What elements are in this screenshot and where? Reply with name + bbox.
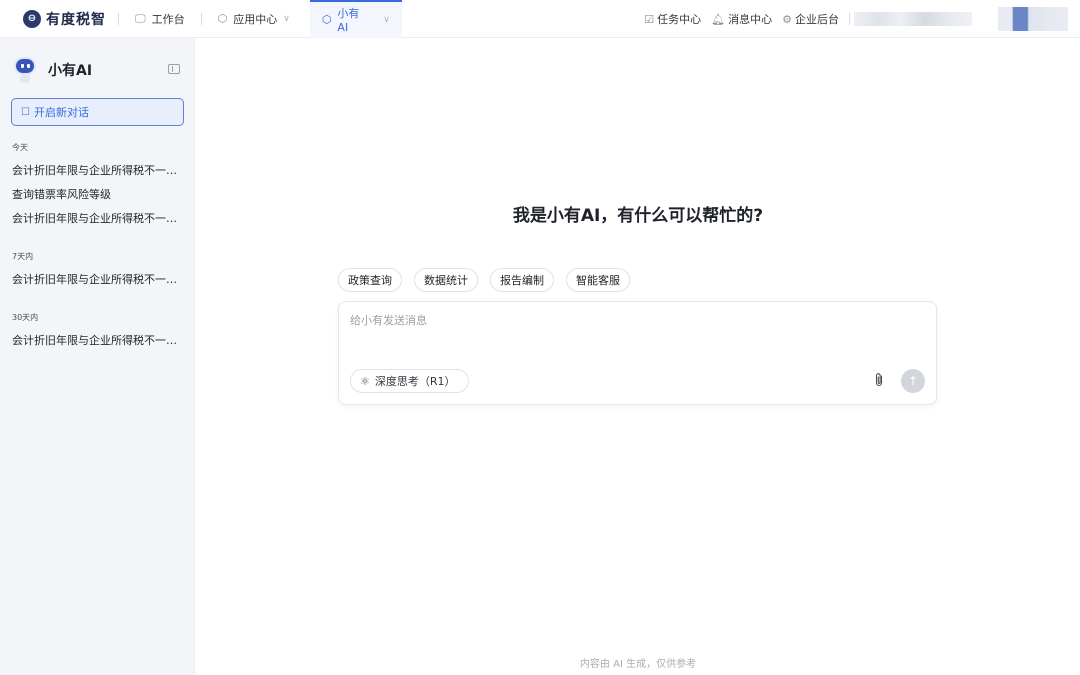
nav-divider — [849, 13, 850, 25]
arrow-up-icon: ↑ — [907, 374, 919, 388]
new-chat-label: 开启新对话 — [33, 106, 89, 119]
nav-item-label: 工作台 — [151, 12, 185, 26]
nav-item-label: 应用中心 — [233, 12, 278, 26]
calendar-icon: ☑ — [644, 12, 655, 26]
brand-name: 有度税智 — [46, 11, 106, 28]
ai-disclaimer: 内容由 AI 生成，仅供参考 — [579, 659, 697, 670]
atom-icon: ⚛ — [360, 374, 370, 388]
chat-main-area: 我是小有AI，有什么可以帮忙的? 政策查询 数据统计 报告编制 智能客服 ⚛ 深… — [196, 38, 1080, 675]
robot-avatar-icon — [12, 55, 38, 85]
nav-item-app-center[interactable]: ⬡ 应用中心 ∨ — [214, 0, 294, 38]
history-group-label: 30天内 — [12, 313, 39, 322]
user-info-blurred[interactable] — [854, 12, 972, 26]
nav-item-workbench[interactable]: 🖵 工作台 — [131, 0, 189, 38]
chip-smart-service[interactable]: 智能客服 — [566, 268, 630, 292]
chat-plus-icon: ☐ — [21, 106, 30, 118]
collapse-sidebar-icon[interactable] — [168, 64, 180, 74]
gear-icon: ⚙ — [782, 12, 792, 26]
message-center-label: 消息中心 — [728, 13, 773, 26]
brand-logo-icon: ⊖ — [23, 9, 41, 28]
deep-think-toggle[interactable]: ⚛ 深度思考（R1） — [350, 369, 469, 393]
greeting-title: 我是小有AI，有什么可以帮忙的? — [512, 206, 764, 226]
nav-divider — [118, 12, 119, 25]
chip-policy-query[interactable]: 政策查询 — [338, 268, 402, 292]
chevron-down-icon: ∨ — [283, 13, 290, 24]
history-item[interactable]: 会计折旧年限与企业所得税不一致… — [12, 210, 184, 226]
chip-report-writing[interactable]: 报告编制 — [490, 268, 554, 292]
chip-data-stats[interactable]: 数据统计 — [414, 268, 478, 292]
deep-think-label: 深度思考（R1） — [374, 375, 456, 388]
nav-item-label: 小有AI — [337, 7, 360, 34]
avatar[interactable] — [998, 7, 1068, 31]
cube-icon: ⬡ — [217, 12, 228, 25]
task-center-label: 任务中心 — [657, 13, 702, 26]
history-item[interactable]: 会计折旧年限与企业所得税不一致… — [12, 162, 184, 178]
bell-icon: 🔔︎ — [711, 12, 726, 26]
history-item[interactable]: 查询错票率风险等级 — [12, 186, 184, 202]
paperclip-icon[interactable] — [871, 372, 887, 390]
quick-prompt-chips: 政策查询 数据统计 报告编制 智能客服 — [338, 268, 642, 292]
nav-divider — [200, 12, 202, 25]
history-item[interactable]: 会计折旧年限与企业所得税不一致… — [12, 332, 184, 348]
history-item[interactable]: 会计折旧年限与企业所得税不一致… — [12, 271, 184, 287]
history-group-label: 7天内 — [12, 252, 34, 261]
message-center-link[interactable]: 🔔︎ 消息中心 — [711, 11, 772, 27]
sidebar-header: 小有AI — [12, 53, 183, 87]
send-button[interactable]: ↑ — [901, 369, 925, 393]
enterprise-admin-link[interactable]: ⚙ 企业后台 — [782, 11, 839, 27]
enterprise-admin-label: 企业后台 — [795, 13, 839, 26]
brand[interactable]: ⊖ 有度税智 — [23, 0, 106, 38]
chevron-down-icon: ∨ — [383, 14, 390, 25]
top-navigation-bar: ⊖ 有度税智 🖵 工作台 ⬡ 应用中心 ∨ ⬡ 小有AI ∨ ☑ 任务中心 🔔︎… — [0, 0, 1080, 38]
history-group-label: 今天 — [12, 143, 28, 152]
new-chat-button[interactable]: ☐ 开启新对话 — [11, 98, 184, 126]
top-right-menu: ☑ 任务中心 🔔︎ 消息中心 ⚙ 企业后台 — [644, 0, 1080, 38]
nav-item-xiaoyou-ai[interactable]: ⬡ 小有AI ∨ — [309, 0, 402, 38]
sidebar-title: 小有AI — [48, 63, 93, 79]
sidebar: 小有AI ☐ 开启新对话 今天 会计折旧年限与企业所得税不一致… 查询错票率风险… — [0, 38, 195, 675]
task-center-link[interactable]: ☑ 任务中心 — [644, 11, 701, 27]
message-input[interactable] — [350, 314, 910, 327]
monitor-icon: 🖵 — [135, 11, 146, 25]
message-composer: ⚛ 深度思考（R1） ↑ — [338, 301, 937, 405]
cube-icon: ⬡ — [321, 13, 332, 26]
